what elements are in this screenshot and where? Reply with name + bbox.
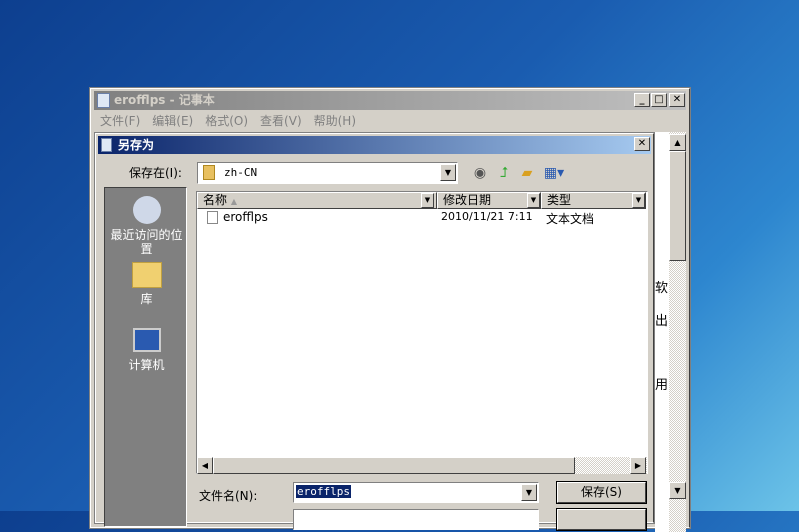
back-icon[interactable]: ◉ — [471, 164, 489, 182]
place-label: 库 — [140, 292, 153, 306]
save-as-dialog: 另存为 ✕ 保存在(I): zh-CN ▼ ◉ ⮥ ▰ ▦▾ 最近访问的位置 库… — [94, 132, 655, 531]
file-modified: 2010/11/21 7:11 — [441, 210, 533, 223]
recent-places-icon — [132, 196, 161, 224]
view-menu-icon[interactable]: ▦▾ — [542, 164, 566, 182]
file-list[interactable]: 名称 ▲ ▼ 修改日期 ▼ 类型 ▼ erofflps 2010/11/21 7… — [196, 191, 648, 474]
new-folder-icon[interactable]: ▰ — [518, 164, 536, 182]
filename-input[interactable]: erofflps ▼ — [293, 482, 539, 503]
column-label: 名称 — [203, 193, 228, 207]
column-name[interactable]: 名称 ▲ — [197, 192, 437, 209]
scroll-left-button[interactable]: ◀ — [197, 457, 213, 474]
scroll-up-button[interactable]: ▲ — [669, 134, 686, 151]
folder-icon — [203, 165, 215, 180]
notepad-icon — [97, 93, 110, 108]
text-fragment: 用 — [655, 378, 669, 393]
save-button[interactable]: 保存(S) — [556, 481, 647, 504]
menu-edit[interactable]: 编辑(E) — [152, 114, 193, 128]
places-bar: 最近访问的位置 库 计算机 — [104, 187, 187, 527]
file-row[interactable]: erofflps 2010/11/21 7:11 文本文档 — [197, 210, 645, 226]
menu-format[interactable]: 格式(O) — [205, 114, 248, 128]
save-in-combo[interactable]: zh-CN ▼ — [197, 162, 458, 184]
close-button[interactable]: ✕ — [669, 93, 685, 107]
place-computer[interactable]: 计算机 — [105, 328, 188, 372]
save-in-label: 保存在(I): — [129, 166, 182, 180]
up-folder-icon[interactable]: ⮥ — [495, 164, 513, 182]
cancel-button[interactable] — [556, 508, 647, 531]
scroll-down-button[interactable]: ▼ — [669, 482, 686, 499]
text-fragment: 出 — [655, 314, 669, 329]
dialog-title: 另存为 — [118, 138, 155, 152]
notepad-title: erofflps - 记事本 — [114, 93, 215, 107]
text-fragment: 软 — [655, 281, 669, 296]
column-label: 类型 — [547, 193, 572, 207]
place-label: 最近访问的位置 — [110, 228, 183, 256]
menu-help[interactable]: 帮助(H) — [314, 114, 356, 128]
column-type[interactable]: 类型 — [541, 192, 646, 209]
file-type-select[interactable] — [293, 509, 539, 530]
column-modified[interactable]: 修改日期 — [437, 192, 541, 209]
text-area[interactable]: 软 出 用 — [655, 132, 669, 532]
chevron-down-icon[interactable]: ▼ — [521, 484, 537, 501]
scroll-thumb[interactable] — [669, 151, 686, 261]
column-label: 修改日期 — [443, 193, 492, 207]
dialog-close-button[interactable]: ✕ — [634, 137, 650, 151]
library-icon — [131, 262, 162, 288]
chevron-down-icon[interactable]: ▼ — [632, 193, 645, 208]
text-file-icon — [207, 211, 218, 224]
vertical-scrollbar[interactable]: ▲ ▼ — [669, 132, 686, 532]
minimize-button[interactable]: _ — [634, 93, 650, 107]
maximize-button[interactable]: □ — [651, 93, 667, 107]
notepad-title-bar[interactable]: erofflps - 记事本 _ □ ✕ — [94, 91, 686, 110]
chevron-down-icon[interactable]: ▼ — [440, 164, 456, 181]
place-recent[interactable]: 最近访问的位置 — [105, 196, 188, 256]
chevron-down-icon[interactable]: ▼ — [421, 193, 434, 208]
save-in-value: zh-CN — [224, 166, 258, 179]
chevron-down-icon[interactable]: ▼ — [527, 193, 540, 208]
notepad-icon — [101, 138, 112, 152]
dialog-title-bar[interactable]: 另存为 ✕ — [98, 136, 651, 154]
sort-ascending-icon: ▲ — [230, 197, 237, 206]
scroll-thumb[interactable] — [213, 457, 575, 474]
place-label: 计算机 — [128, 358, 165, 372]
filename-value: erofflps — [296, 485, 351, 498]
scroll-right-button[interactable]: ▶ — [630, 457, 646, 474]
menu-view[interactable]: 查看(V) — [260, 114, 302, 128]
computer-icon — [132, 328, 161, 352]
menu-file[interactable]: 文件(F) — [100, 114, 140, 128]
place-libraries[interactable]: 库 — [105, 262, 188, 306]
horizontal-scrollbar[interactable]: ◀ ▶ — [197, 457, 647, 474]
menu-bar: 文件(F) 编辑(E) 格式(O) 查看(V) 帮助(H) — [94, 111, 362, 131]
filename-label: 文件名(N): — [199, 489, 258, 503]
file-type: 文本文档 — [546, 212, 595, 226]
file-name: erofflps — [223, 210, 268, 224]
